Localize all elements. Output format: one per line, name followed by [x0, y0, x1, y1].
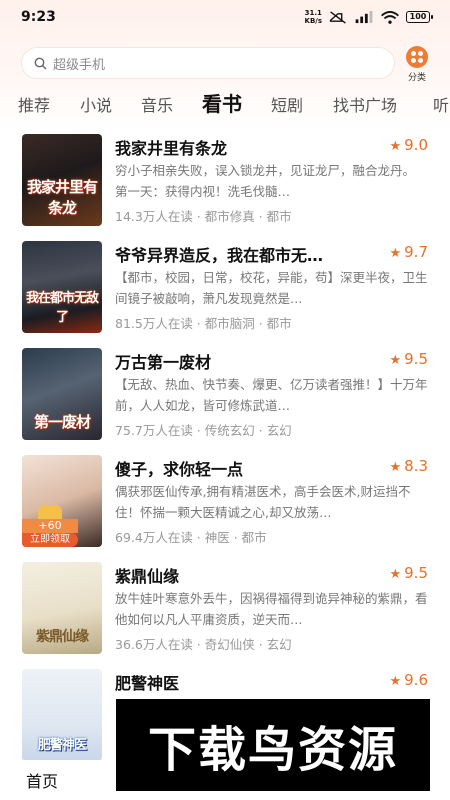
search-placeholder: 超级手机: [53, 57, 106, 73]
book-description: 穷小子相亲失败，误入锁龙井，见证龙尸，融合龙丹。 第一天：获得内视！洗毛伐髓…: [115, 163, 428, 199]
battery-icon: 100: [406, 11, 433, 23]
book-title: 我家井里有条龙: [115, 139, 228, 158]
book-description: 【都市，校园，日常，校花，异能，苟】深更半夜，卫生间镜子被敲响，萧凡发现竟然是…: [115, 270, 428, 306]
category-tabs: 推荐 小说 音乐 看书 短剧 找书广场 听: [0, 88, 450, 120]
star-icon: ★: [389, 674, 402, 689]
book-meta: 75.7万人在读 · 传统玄幻 · 玄幻: [115, 423, 292, 438]
category-label: 分类: [407, 73, 426, 83]
status-time: 9:23: [21, 9, 56, 25]
signal-icon: [355, 10, 373, 23]
book-cover: 肥警神医: [22, 669, 102, 761]
status-bar: 9:23 31.1 KB/s 100: [0, 0, 450, 34]
book-cover: 我家井里有条龙: [22, 134, 102, 226]
nav-home[interactable]: 首页: [26, 768, 58, 792]
book-title: 万古第一废材: [115, 353, 212, 372]
star-icon: ★: [389, 246, 402, 261]
tab-read-books[interactable]: 看书: [202, 88, 242, 117]
claim-now-button[interactable]: 立即领取: [22, 533, 78, 547]
tab-music[interactable]: 音乐: [141, 92, 173, 116]
book-item[interactable]: 紫鼎仙缘 紫鼎仙缘 ★ 9.5 放牛娃叶寒意外丢牛，因祸得福得到诡异神秘的紫鼎，看…: [0, 552, 450, 659]
book-meta: 81.5万人在读 · 都市脑洞 · 都市: [115, 316, 292, 331]
search-icon: [34, 57, 47, 69]
book-rating: ★ 9.7: [389, 243, 428, 261]
book-meta: 14.3万人在读 · 都市修真 · 都市: [115, 209, 292, 224]
tab-listen[interactable]: 听: [433, 92, 449, 116]
book-description: 偶获邪医仙传承,拥有精湛医术，高手会医术,财运挡不住！怀揣一颗大医精诚之心,却又…: [115, 484, 411, 520]
net-speed: 31.1 KB/s: [304, 9, 322, 25]
book-cover: 我在都市无敌了: [22, 241, 102, 333]
coin-icon: [38, 505, 62, 519]
book-cover: 第一废材: [22, 348, 102, 440]
category-icon: [406, 46, 428, 68]
reward-amount: +60: [22, 519, 78, 533]
tab-short-drama[interactable]: 短剧: [271, 92, 303, 116]
star-icon: ★: [389, 460, 402, 475]
book-item[interactable]: 我家井里有条龙 我家井里有条龙 ★ 9.0 穷小子相亲失败，误入锁龙井，见证龙尸，…: [0, 124, 450, 231]
mute-icon: [329, 10, 346, 24]
book-title: 肥警神医: [115, 674, 180, 693]
book-meta: 36.6万人在读 · 奇幻仙侠 · 玄幻: [115, 637, 292, 652]
star-icon: ★: [389, 139, 402, 154]
book-title: 爷爷异界造反，我在都市无…: [115, 246, 324, 265]
book-item[interactable]: 我在都市无敌了 爷爷异界造反，我在都市无… ★ 9.7 【都市，校园，日常，校花，…: [0, 231, 450, 338]
star-icon: ★: [389, 353, 402, 368]
book-rating: ★ 9.6: [389, 671, 428, 689]
book-rating: ★ 9.5: [389, 350, 428, 368]
wifi-icon: [381, 10, 399, 24]
book-item[interactable]: +60 立即领取 傻子，求你轻一点 ★ 8.3 偶获邪医仙传承,拥有精湛医术，高手…: [0, 445, 450, 552]
category-button[interactable]: 分类: [400, 46, 434, 84]
book-item[interactable]: 第一废材 万古第一废材 ★ 9.5 【无敌、热血、快节奏、爆更、亿万读者强推！】十…: [0, 338, 450, 445]
book-description: 放牛娃叶寒意外丢牛，因祸得福得到诡异神秘的紫鼎，看他如何以凡人平庸资质，逆天而…: [115, 591, 428, 627]
book-title: 傻子，求你轻一点: [115, 460, 244, 479]
book-rating: ★ 9.5: [389, 564, 428, 582]
book-description: 【无敌、热血、快节奏、爆更、亿万读者强推！】十万年前，人人如龙，皆可修炼武道…: [115, 377, 428, 413]
tab-novel[interactable]: 小说: [80, 92, 112, 116]
star-icon: ★: [389, 567, 402, 582]
book-rating: ★ 9.0: [389, 136, 428, 154]
watermark: 下载鸟资源: [116, 699, 430, 791]
book-cover: +60 立即领取: [22, 455, 102, 547]
reward-badge[interactable]: +60 立即领取: [22, 505, 78, 547]
book-meta: 69.4万人在读 · 神医 · 都市: [115, 530, 267, 545]
tab-book-plaza[interactable]: 找书广场: [333, 92, 397, 116]
tab-recommend[interactable]: 推荐: [18, 92, 50, 116]
search-bar[interactable]: 超级手机: [22, 48, 394, 78]
book-cover: 紫鼎仙缘: [22, 562, 102, 654]
book-title: 紫鼎仙缘: [115, 567, 180, 586]
book-rating: ★ 8.3: [389, 457, 428, 475]
